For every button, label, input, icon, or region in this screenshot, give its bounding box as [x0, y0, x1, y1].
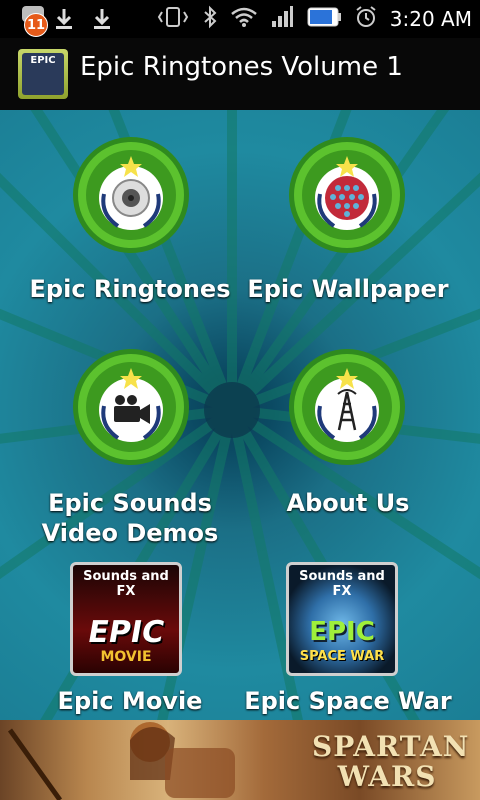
main-menu: Epic Ringtones Epic Wallpaper Epic Sound…	[0, 110, 480, 720]
ad-banner-title: SPARTAN WARS	[312, 730, 470, 793]
ad-banner[interactable]: SPARTAN WARS	[0, 720, 480, 800]
ad-title-line1: SPARTAN	[312, 730, 470, 763]
page-title: Epic Ringtones Volume 1	[80, 52, 403, 82]
epic-space-war-label: Epic Space War	[244, 687, 452, 715]
poster-subtitle: MOVIE	[100, 649, 152, 665]
epic-wallpaper-button[interactable]: Epic Wallpaper	[228, 130, 468, 310]
video-camera-icon	[73, 349, 189, 465]
notification-count: 11	[24, 13, 48, 37]
ad-title-line2: WARS	[337, 760, 437, 793]
epic-space-war-poster: Sounds and FX EPIC SPACE WAR	[286, 562, 398, 676]
download-icon[interactable]	[90, 0, 114, 38]
app-logo-icon: EPIC	[18, 49, 68, 99]
battery-icon	[306, 5, 342, 33]
vibrate-icon	[156, 5, 190, 33]
app-title-bar: EPIC Epic Ringtones Volume 1	[0, 38, 480, 112]
status-bar: 11 3:20 AM	[0, 0, 480, 38]
epic-space-war-button[interactable]: Sounds and FX EPIC SPACE WAR Epic Space …	[228, 558, 468, 720]
poster-title: EPIC	[85, 615, 167, 650]
alarm-icon	[354, 5, 378, 33]
clock: 3:20 AM	[389, 7, 472, 31]
wallpaper-icon	[289, 137, 405, 253]
epic-movie-button[interactable]: Sounds and FX EPIC MOVIE Epic Movie	[10, 558, 250, 720]
tower-icon	[289, 349, 405, 465]
wifi-icon	[230, 6, 258, 32]
poster-title: EPIC	[309, 617, 375, 647]
signal-icon	[270, 5, 294, 33]
epic-movie-poster: Sounds and FX EPIC MOVIE	[70, 562, 182, 676]
bluetooth-icon	[202, 5, 218, 33]
poster-subtitle: SPACE WAR	[299, 649, 385, 664]
app-logo-text: EPIC	[22, 53, 64, 95]
epic-ringtones-button[interactable]: Epic Ringtones	[10, 130, 250, 310]
epic-ringtones-label: Epic Ringtones	[29, 275, 231, 303]
epic-sounds-video-demos-label: Epic Sounds Video Demos	[41, 489, 219, 547]
download-icon[interactable]	[52, 0, 76, 38]
poster-top-text: Sounds and FX	[83, 569, 169, 599]
notification-icon[interactable]: 11	[0, 0, 48, 38]
epic-sounds-video-demos-button[interactable]: Epic Sounds Video Demos	[10, 346, 250, 547]
epic-movie-label: Epic Movie	[57, 687, 203, 715]
speaker-icon	[73, 137, 189, 253]
epic-wallpaper-label: Epic Wallpaper	[247, 275, 449, 303]
about-us-label: About Us	[286, 489, 410, 517]
poster-top-text: Sounds and FX	[299, 569, 385, 599]
about-us-button[interactable]: About Us	[228, 346, 468, 526]
